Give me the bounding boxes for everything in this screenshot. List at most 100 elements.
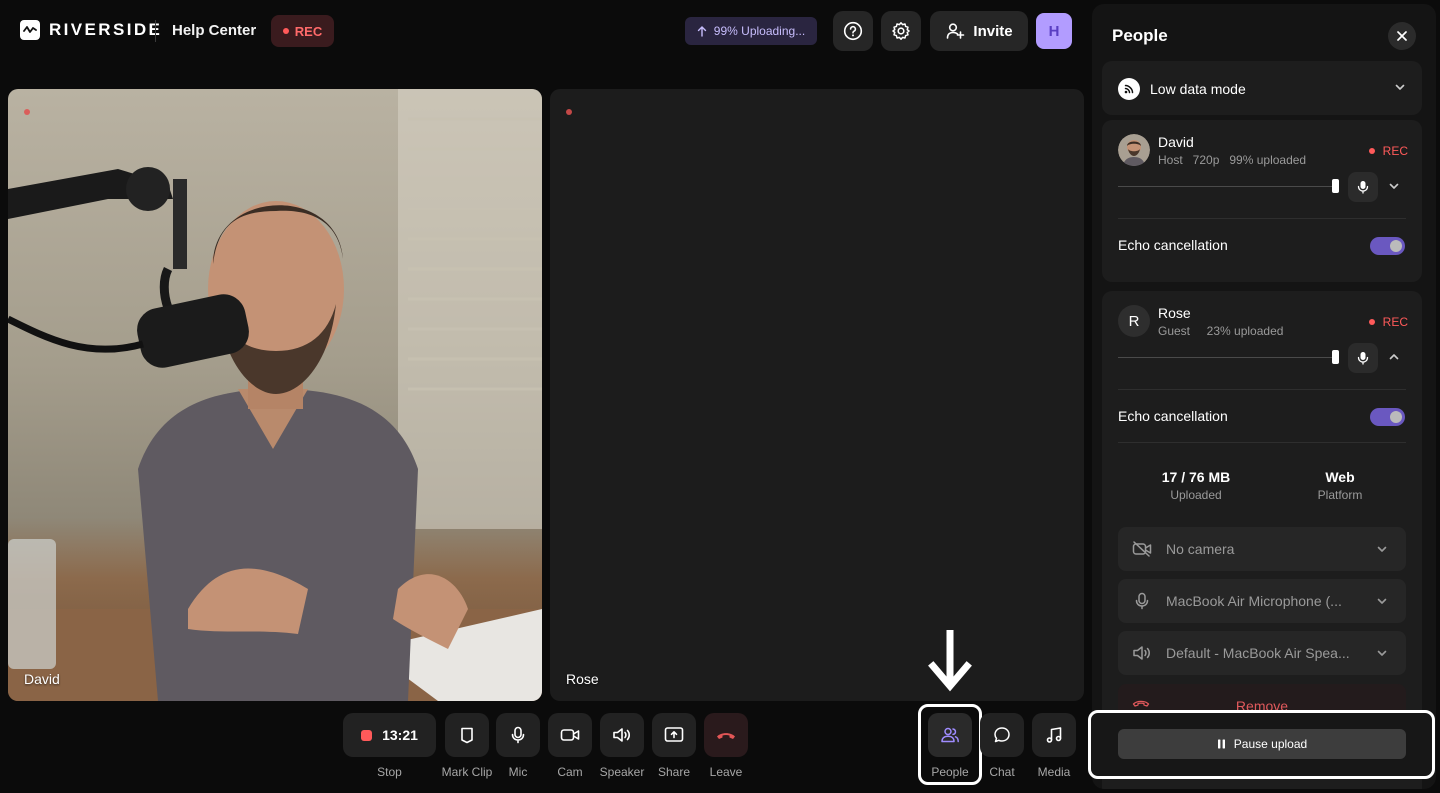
participant-card-david: David Host 720p 99% uploaded REC Echo ca… xyxy=(1102,120,1422,282)
microphone-icon xyxy=(1357,352,1369,365)
speaker-button[interactable] xyxy=(600,713,644,757)
chat-control[interactable]: Chat xyxy=(980,713,1024,779)
chevron-down-icon xyxy=(1377,598,1387,604)
upload-status-text: 99% Uploading... xyxy=(713,24,806,38)
invite-label: Invite xyxy=(973,22,1013,40)
cam-button[interactable] xyxy=(548,713,592,757)
pause-upload-label: Pause upload xyxy=(1233,737,1308,751)
share-label: Share xyxy=(657,765,691,779)
share-screen-icon xyxy=(664,727,684,742)
recording-timer: 13:21 xyxy=(382,727,418,743)
camera-select[interactable]: No camera xyxy=(1118,527,1406,571)
people-control[interactable]: People xyxy=(926,713,974,779)
participant-rec-status: REC xyxy=(1368,144,1408,158)
microphone-icon xyxy=(1135,592,1149,610)
chevron-down-icon xyxy=(1395,84,1405,90)
media-button[interactable] xyxy=(1032,713,1076,757)
media-control[interactable]: Media xyxy=(1032,713,1076,779)
platform-value: Web xyxy=(1325,469,1355,485)
chevron-up-icon[interactable] xyxy=(1388,351,1400,363)
stop-icon xyxy=(361,729,373,741)
echo-cancellation-toggle[interactable] xyxy=(1370,237,1405,255)
microphone-icon xyxy=(511,726,525,744)
chevron-down-icon[interactable] xyxy=(1388,180,1400,192)
volume-slider[interactable] xyxy=(1118,357,1336,358)
recording-dot-icon xyxy=(566,109,572,115)
mic-button[interactable] xyxy=(496,713,540,757)
brand-name: RIVERSIDE xyxy=(49,20,163,39)
mark-clip-button[interactable] xyxy=(445,713,489,757)
speaker-icon xyxy=(613,728,631,742)
help-button[interactable] xyxy=(833,11,873,51)
hang-up-icon xyxy=(717,733,735,739)
mark-clip-control[interactable]: Mark Clip xyxy=(441,713,493,779)
riverside-logo[interactable]: RIVERSIDE xyxy=(20,20,162,40)
stop-label: Stop xyxy=(377,765,402,779)
microphone-select-value: MacBook Air Microphone (... xyxy=(1166,593,1342,609)
tile-name-label: David xyxy=(24,671,60,687)
rec-dot-icon xyxy=(1368,319,1375,325)
riverside-logo-icon xyxy=(20,20,40,40)
people-button[interactable] xyxy=(928,713,972,757)
upload-arrow-icon xyxy=(697,25,706,37)
people-icon xyxy=(941,727,959,743)
volume-slider[interactable] xyxy=(1118,186,1336,187)
volume-slider-thumb[interactable] xyxy=(1332,179,1339,193)
low-data-mode-label: Low data mode xyxy=(1150,81,1246,97)
gear-icon xyxy=(892,22,910,40)
chevron-down-icon xyxy=(1377,546,1387,552)
echo-cancellation-toggle[interactable] xyxy=(1370,408,1405,426)
share-button[interactable] xyxy=(652,713,696,757)
close-panel-button[interactable] xyxy=(1388,22,1416,50)
participant-meta: Guest 23% uploaded xyxy=(1158,324,1284,338)
question-icon xyxy=(843,21,863,41)
video-tile-david[interactable]: David xyxy=(8,89,542,701)
echo-cancellation-label: Echo cancellation xyxy=(1118,408,1228,424)
leave-control[interactable]: Leave xyxy=(704,713,748,779)
chat-button[interactable] xyxy=(980,713,1024,757)
pause-upload-highlight: Pause upload xyxy=(1088,710,1435,779)
signal-icon xyxy=(1118,78,1140,100)
share-control[interactable]: Share xyxy=(652,713,696,779)
low-data-mode-dropdown[interactable]: Low data mode xyxy=(1102,61,1422,115)
rec-dot-icon xyxy=(1368,148,1375,154)
bookmark-icon xyxy=(461,727,473,744)
settings-button[interactable] xyxy=(881,11,921,51)
help-center-link[interactable]: Help Center xyxy=(172,22,256,39)
header-divider xyxy=(155,20,156,42)
stop-button[interactable]: 13:21 xyxy=(343,713,436,757)
media-label: Media xyxy=(1037,765,1071,779)
camera-select-value: No camera xyxy=(1166,541,1235,557)
upload-status-pill[interactable]: 99% Uploading... xyxy=(685,17,817,45)
participant-name: David xyxy=(1158,134,1194,150)
avatar[interactable]: R xyxy=(1118,305,1150,337)
platform-stat: Web Platform xyxy=(1300,469,1380,502)
cam-control[interactable]: Cam xyxy=(548,713,592,779)
volume-slider-thumb[interactable] xyxy=(1332,350,1339,364)
avatar[interactable] xyxy=(1118,134,1150,166)
arrow-down-icon xyxy=(928,630,972,692)
leave-button[interactable] xyxy=(704,713,748,757)
platform-label: Platform xyxy=(1317,488,1363,502)
speaker-select[interactable]: Default - MacBook Air Spea... xyxy=(1118,631,1406,675)
divider xyxy=(1118,218,1406,219)
mic-control[interactable]: Mic xyxy=(496,713,540,779)
pause-upload-button[interactable]: Pause upload xyxy=(1118,729,1406,759)
close-icon xyxy=(1397,31,1407,41)
chat-label: Chat xyxy=(989,765,1015,779)
speaker-control[interactable]: Speaker xyxy=(597,713,647,779)
invite-button[interactable]: Invite xyxy=(930,11,1028,51)
user-avatar[interactable]: H xyxy=(1036,13,1072,49)
hang-up-icon xyxy=(1132,700,1150,707)
camera-icon xyxy=(560,729,580,741)
microphone-select[interactable]: MacBook Air Microphone (... xyxy=(1118,579,1406,623)
uploaded-label: Uploaded xyxy=(1170,488,1222,502)
leave-label: Leave xyxy=(709,765,743,779)
stop-recording-control[interactable]: 13:21 Stop xyxy=(343,713,436,779)
participant-mic-button[interactable] xyxy=(1348,172,1378,202)
participant-mic-button[interactable] xyxy=(1348,343,1378,373)
rec-label: REC xyxy=(1382,315,1408,329)
video-tile-rose[interactable]: Rose xyxy=(550,89,1084,701)
panel-title: People xyxy=(1112,26,1168,45)
uploaded-stat: 17 / 76 MB Uploaded xyxy=(1146,469,1246,502)
